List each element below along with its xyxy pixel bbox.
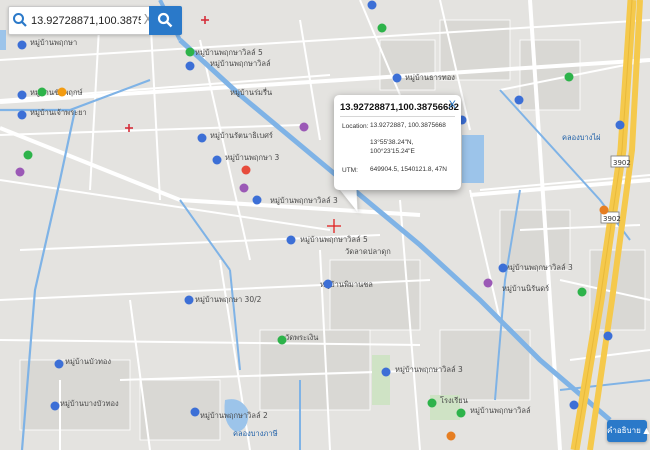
coordinate-popup: 13.92728871,100.38756682 X Location: 13.… xyxy=(334,95,461,190)
place-label: หมู่บ้านพฤกษาวิลล์ 3 xyxy=(270,196,338,205)
poi-icon xyxy=(286,235,296,245)
place-label: หมู่บ้านธารทอง xyxy=(405,73,455,82)
location-dms-lon: 100°23'15.24"E xyxy=(370,148,415,155)
svg-text:3902: 3902 xyxy=(613,159,631,167)
poi-icon xyxy=(57,87,67,97)
place-label: หมู่บ้านพฤกษาวิลล์ 3 xyxy=(505,263,573,272)
place-label: หมู่บ้านพฤกษา 30/2 xyxy=(195,295,262,304)
poi-icon xyxy=(564,72,574,82)
utm-key: UTM: xyxy=(342,167,358,174)
poi-icon xyxy=(392,73,402,83)
poi-icon xyxy=(615,120,625,130)
poi-icon xyxy=(190,407,200,417)
poi-icon xyxy=(15,167,25,177)
place-label: วัดลาดปลาดุก xyxy=(345,247,391,256)
poi-icon xyxy=(299,122,309,132)
place-label: วัดพระเงิน xyxy=(285,333,318,342)
poi-icon xyxy=(381,367,391,377)
popup-close-button[interactable]: X xyxy=(449,99,456,111)
popup-title: 13.92728871,100.38756682 xyxy=(340,102,459,113)
place-label: หมู่บ้านบัวทอง xyxy=(65,357,111,366)
canal-label-bang-phai: คลองบางไผ่ xyxy=(562,133,601,142)
location-decimal: 13.9272887, 100.3875668 xyxy=(370,122,446,129)
search-icon xyxy=(13,13,27,27)
poi-icon xyxy=(577,287,587,297)
place-label: หมู่บ้านพฤกษา 3 xyxy=(225,153,280,162)
poi-icon xyxy=(252,195,262,205)
place-label: หมู่บ้านพฤกษาวิลล์ 2 xyxy=(200,411,268,420)
poi-icon xyxy=(54,359,64,369)
poi-icon xyxy=(50,401,60,411)
utm-value: 649904.5, 1540121.8, 47N xyxy=(370,166,447,173)
legend-button[interactable]: คำอธิบาย ▲ xyxy=(607,420,649,442)
poi-icon xyxy=(514,95,524,105)
poi-icon xyxy=(23,150,33,160)
poi-icon xyxy=(17,90,27,100)
poi-icon xyxy=(427,398,437,408)
place-label: หมู่บ้านพฤกษาวิลล์ 5 xyxy=(300,235,368,244)
poi-icon xyxy=(603,331,613,341)
location-key: Location: xyxy=(342,123,369,130)
place-label: หมู่บ้านร่มรื่น xyxy=(230,87,272,97)
route-shield-3902-a: 3902 xyxy=(610,155,631,168)
poi-icon xyxy=(185,47,195,57)
map-canvas[interactable]: 3902 3902 คลองบางไผ่ คลองบางภาษี หมู่บ้า… xyxy=(0,0,650,450)
place-label: หมู่บ้านพฤกษาวิลล์ xyxy=(210,59,271,68)
poi-icon xyxy=(241,165,251,175)
place-label: หมู่บ้านรัตนาธิเบศร์ xyxy=(210,131,273,140)
place-label: หมู่บ้านพฤกษาวิลล์ 3 xyxy=(395,365,463,374)
place-label: หมู่บ้านพฤกษา xyxy=(30,38,77,47)
poi-icon xyxy=(184,295,194,305)
poi-icon xyxy=(569,400,579,410)
poi-icon xyxy=(599,205,609,215)
poi-icon xyxy=(377,23,387,33)
place-label: หมู่บ้านบางบัวทอง xyxy=(60,399,119,408)
location-dms-lat: 13°55'38.24"N, xyxy=(370,139,414,146)
search-icon xyxy=(157,12,173,28)
poi-icon xyxy=(277,335,287,345)
popup-divider xyxy=(340,116,455,117)
poi-icon xyxy=(197,133,207,143)
search-input[interactable] xyxy=(31,10,141,31)
place-label: โรงเรียน xyxy=(440,396,468,405)
poi-icon xyxy=(17,110,27,120)
poi-icon xyxy=(212,155,222,165)
poi-icon xyxy=(185,61,195,71)
poi-icon xyxy=(456,408,466,418)
place-label: หมู่บ้านนิรันดร์ xyxy=(502,284,549,293)
poi-icon xyxy=(483,278,493,288)
poi-icon xyxy=(323,279,333,289)
poi-icon xyxy=(17,40,27,50)
poi-icon xyxy=(367,0,377,10)
poi-icon xyxy=(446,431,456,441)
search-button[interactable] xyxy=(149,6,182,35)
poi-icon xyxy=(37,87,47,97)
poi-icon xyxy=(239,183,249,193)
svg-text:3902: 3902 xyxy=(603,215,621,223)
place-label: หมู่บ้านเจ้าพระยา xyxy=(30,108,87,117)
canal-label-bang-phasi: คลองบางภาษี xyxy=(233,429,278,438)
place-label: หมู่บ้านพฤกษาวิลล์ 5 xyxy=(195,48,263,57)
poi-icon xyxy=(498,263,508,273)
place-label: หมู่บ้านพฤกษาวิลล์ xyxy=(470,406,531,415)
